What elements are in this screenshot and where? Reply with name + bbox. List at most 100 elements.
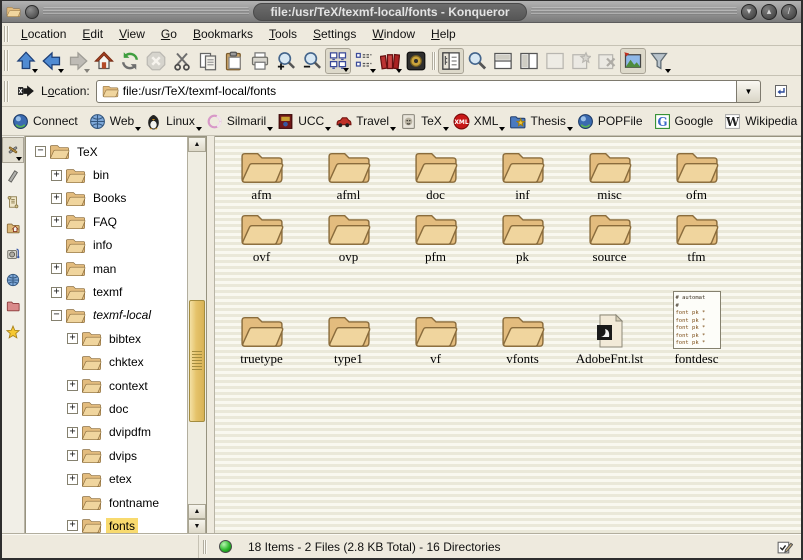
menu-item[interactable]: View [111, 25, 153, 43]
split-view-top-bottom-button[interactable] [490, 48, 516, 74]
close-tab-button[interactable] [594, 48, 620, 74]
file-item[interactable]: # automat # font pk * font pk * font pk … [653, 205, 740, 267]
close-button[interactable]: / [781, 4, 797, 20]
close-view-button[interactable] [542, 48, 568, 74]
file-item[interactable]: # automat # font pk * font pk * font pk … [218, 267, 305, 369]
bookmark-item[interactable]: Web [85, 110, 141, 132]
up-button[interactable] [13, 48, 39, 74]
tree-expander[interactable]: + [51, 170, 62, 181]
menu-item[interactable]: Location [13, 25, 74, 43]
menu-item[interactable]: Settings [305, 25, 364, 43]
tree-expander[interactable]: + [51, 287, 62, 298]
tree-item[interactable]: + texmf [26, 280, 187, 303]
tree-expander[interactable]: + [67, 450, 78, 461]
bookmark-item[interactable]: TeX [396, 110, 449, 132]
menu-item[interactable]: Window [364, 25, 423, 43]
tree-expander[interactable]: + [67, 333, 78, 344]
scrollbar-thumb[interactable] [189, 300, 205, 422]
forward-button[interactable] [65, 48, 91, 74]
print-button[interactable] [247, 48, 273, 74]
titlebar[interactable]: file:/usr/TeX/texmf-local/fonts - Konque… [2, 1, 801, 23]
scrollbar-track[interactable] [188, 152, 206, 504]
file-item[interactable]: # automat # font pk * font pk * font pk … [305, 143, 392, 205]
zoom-in-button[interactable] [273, 48, 299, 74]
menu-item[interactable]: Go [153, 25, 185, 43]
sidebar-history-tab[interactable] [2, 189, 24, 215]
tree-item[interactable]: + bibtex [26, 327, 187, 350]
menu-item[interactable]: Tools [261, 25, 305, 43]
zoom-out-button[interactable] [299, 48, 325, 74]
file-item[interactable]: # automat # font pk * font pk * font pk … [218, 143, 305, 205]
bookmark-item[interactable]: Wikipedia [720, 110, 803, 132]
toolbar-separator[interactable] [429, 48, 438, 74]
filter-button[interactable] [646, 48, 672, 74]
tree-expander[interactable]: − [51, 310, 62, 321]
file-item[interactable]: # automat # font pk * font pk * font pk … [566, 205, 653, 267]
bookmark-item[interactable]: POPFile [573, 110, 650, 132]
file-item[interactable]: # automat # font pk * font pk * font pk … [392, 267, 479, 369]
tree-expander[interactable]: + [51, 216, 62, 227]
file-item[interactable]: # automat # font pk * font pk * font pk … [653, 143, 740, 205]
page-settings-icon[interactable] [776, 538, 793, 555]
tree-item[interactable]: + Books [26, 187, 187, 210]
tree-item[interactable]: + dvips [26, 444, 187, 467]
file-item[interactable]: # automat # font pk * font pk * font pk … [479, 143, 566, 205]
show-navigation-panel-button[interactable] [438, 48, 464, 74]
new-tab-button[interactable] [568, 48, 594, 74]
file-item[interactable]: # automat # font pk * font pk * font pk … [305, 205, 392, 267]
location-dropdown-button[interactable]: ▼ [737, 80, 761, 103]
paste-button[interactable] [221, 48, 247, 74]
file-item[interactable]: # automat # font pk * font pk * font pk … [566, 143, 653, 205]
bookmark-item[interactable]: Connect [8, 110, 85, 132]
menu-item[interactable]: Help [423, 25, 464, 43]
clear-location-icon[interactable] [17, 82, 35, 100]
bookmark-item[interactable]: Linux [141, 110, 202, 132]
back-button[interactable] [39, 48, 65, 74]
file-item[interactable]: # automat # font pk * font pk * font pk … [566, 267, 653, 369]
menubar-grip[interactable] [4, 26, 9, 41]
bookmark-item[interactable]: XML [449, 110, 506, 132]
split-view-left-right-button[interactable] [516, 48, 542, 74]
tree-expander[interactable]: + [67, 474, 78, 485]
tree-expander[interactable]: + [51, 193, 62, 204]
configure-sidebar-button[interactable] [2, 137, 24, 163]
file-item[interactable]: # automat # font pk * font pk * font pk … [653, 267, 740, 369]
minimize-button[interactable]: ▾ [741, 4, 757, 20]
sidebar-home-directory-tab[interactable] [2, 215, 24, 241]
maximize-button[interactable]: ▴ [761, 4, 777, 20]
reload-button[interactable] [117, 48, 143, 74]
tree-item[interactable]: − TeX [26, 140, 187, 163]
go-button[interactable] [769, 79, 793, 103]
file-item[interactable]: # automat # font pk * font pk * font pk … [392, 143, 479, 205]
tree-expander[interactable]: + [67, 380, 78, 391]
cut-button[interactable] [169, 48, 195, 74]
image-preview-button[interactable] [620, 48, 646, 74]
tree-expander[interactable]: + [67, 403, 78, 414]
bookmark-item[interactable]: Thesis [505, 110, 572, 132]
text-view-button[interactable] [377, 48, 403, 74]
tree-expander[interactable]: + [67, 520, 78, 531]
menu-item[interactable]: Bookmarks [185, 25, 261, 43]
file-item[interactable]: # automat # font pk * font pk * font pk … [218, 205, 305, 267]
toolbar-grip[interactable] [4, 50, 9, 70]
bookmark-item[interactable]: Google [650, 110, 721, 132]
tree-item[interactable]: + man [26, 257, 187, 280]
tree-item[interactable]: info [26, 234, 187, 257]
tree-item[interactable]: chktex [26, 351, 187, 374]
file-item[interactable]: # automat # font pk * font pk * font pk … [479, 267, 566, 369]
scroll-up-button[interactable]: ▲ [188, 137, 206, 152]
icon-view-button[interactable] [325, 48, 351, 74]
tree-item[interactable]: + fonts [26, 514, 187, 534]
scroll-down-button[interactable]: ▼ [188, 519, 206, 534]
location-value[interactable]: file:/usr/TeX/texmf-local/fonts [123, 84, 276, 98]
sidebar-bookmark-flag-tab[interactable] [2, 163, 24, 189]
panel-splitter[interactable] [207, 136, 215, 534]
find-button[interactable] [464, 48, 490, 74]
tree-scrollbar[interactable]: ▲ ▲ ▼ [187, 137, 206, 534]
stop-button[interactable] [143, 48, 169, 74]
window-menu-button[interactable] [25, 5, 39, 19]
menu-item[interactable]: Edit [74, 25, 111, 43]
home-button[interactable] [91, 48, 117, 74]
detailed-list-view-button[interactable] [351, 48, 377, 74]
sidebar-network-tab[interactable] [2, 267, 24, 293]
